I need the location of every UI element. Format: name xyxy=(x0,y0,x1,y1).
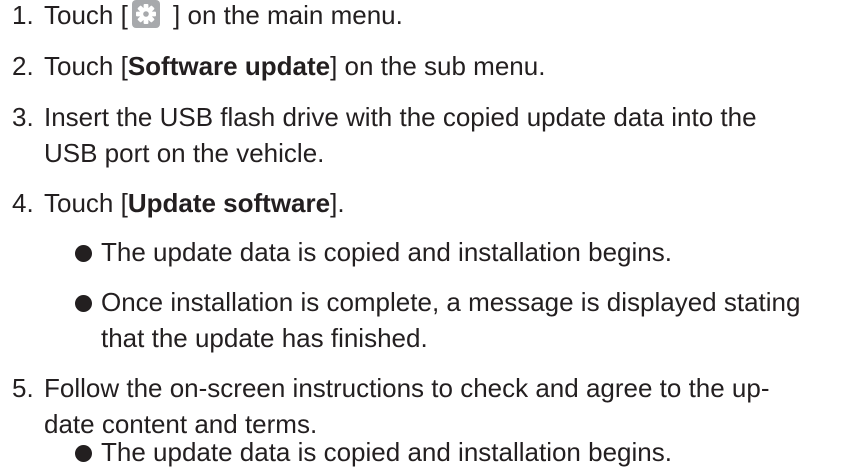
bullet-text: Once installation is complete, a message… xyxy=(101,287,801,317)
step-number: 5. xyxy=(12,373,34,403)
gear-icon xyxy=(131,0,160,28)
step-text: Touch [ xyxy=(44,188,128,218)
step-bold-label: Update software xyxy=(127,188,331,218)
step-bold-label: Software update xyxy=(127,51,331,81)
step-number: 1. xyxy=(12,0,34,30)
step-text: date content and terms. xyxy=(44,409,318,439)
step-text: USB port on the vehicle. xyxy=(44,138,325,168)
step-number: 4. xyxy=(12,188,34,218)
bullet-text: The update data is copied and installati… xyxy=(101,437,672,467)
step-text: Insert the USB flash drive with the copi… xyxy=(44,102,757,132)
step-text: ] on the sub menu. xyxy=(330,51,546,81)
bullet-text: that the update has finished. xyxy=(101,323,428,353)
instruction-document: 1. Touch [ ] on the main menu. 2. Touch … xyxy=(0,0,868,467)
bullet-icon xyxy=(75,245,92,262)
step-number: 2. xyxy=(12,51,34,81)
bullet-icon xyxy=(75,295,92,312)
step-number: 3. xyxy=(12,102,34,132)
bullet-icon xyxy=(75,445,92,462)
step-text: Follow the on-screen instructions to che… xyxy=(44,373,770,403)
step-text: Touch [ xyxy=(44,51,128,81)
step-text: ]. xyxy=(330,188,345,218)
bullet-text: The update data is copied and installati… xyxy=(101,237,672,267)
step-text: ] on the main menu. xyxy=(165,0,403,30)
step-text: Touch [ xyxy=(44,0,128,30)
